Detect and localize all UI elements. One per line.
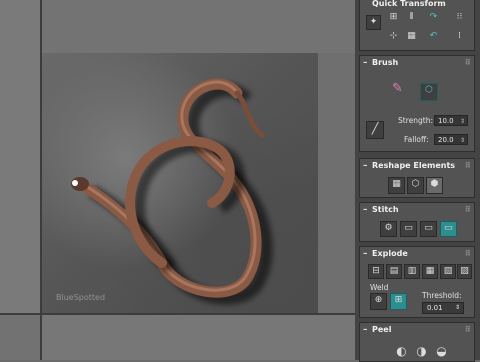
align-horizontal-icon[interactable]: ⊞ [386, 11, 401, 26]
pen-line-icon[interactable]: ╱ [366, 121, 384, 139]
grip-icon[interactable]: ⠿ [465, 159, 471, 173]
uv-texture-image[interactable]: BlueSpotted [42, 53, 318, 313]
cube-icon[interactable]: ⬢ [426, 177, 443, 194]
stitch-4-icon[interactable]: ▭ [440, 221, 457, 237]
checker-icon[interactable]: ▦ [404, 30, 419, 45]
grip-icon[interactable]: ⠿ [465, 247, 471, 261]
grip-icon[interactable]: ⠿ [465, 323, 471, 337]
rotate-ccw-icon[interactable]: ↶ [426, 30, 441, 45]
rotate-cw-icon[interactable]: ↷ [426, 11, 441, 26]
command-panel: Quick Transform ✦ ⊞ ⦀ ↷ ⁝⁝ ⊹ ▦ ↶ ⁞ – Bru… [355, 0, 480, 362]
falloff-label: Falloff: [404, 135, 429, 144]
cube-brush-icon[interactable]: ⬡ [420, 83, 438, 101]
viewport-top-area [42, 0, 355, 53]
rollout-header-peel[interactable]: – Peel ⠿ [360, 323, 474, 337]
align-vertical-icon[interactable]: ⦀ [404, 11, 419, 26]
collapse-icon: – [363, 325, 368, 335]
viewport-bottom-left [0, 315, 40, 360]
stitch-1-icon[interactable]: ⚙ [380, 221, 397, 237]
explode-4-icon[interactable]: ▦ [422, 264, 438, 279]
collapse-icon: – [363, 205, 368, 215]
collapse-icon: – [363, 249, 368, 259]
space-vertical-icon[interactable]: ⁞ [452, 30, 467, 45]
weld-selected-icon[interactable]: ⊞ [390, 293, 407, 310]
explode-3-icon[interactable]: ▥ [404, 264, 420, 279]
rollout-explode: – Explode ⠿ ⊟ ▤ ▥ ▦ ▧ ▨ Weld ⊕ ⊞ Thresho… [359, 246, 475, 318]
strength-spinner[interactable]: 10.0 ⇕ [434, 115, 468, 126]
strength-value: 10.0 [438, 117, 454, 125]
rollout-reshape-elements: – Reshape Elements ⠿ ▦ ⬡ ⬢ [359, 158, 475, 198]
rollout-title: Peel [372, 325, 392, 334]
peel-2-icon[interactable]: ◑ [414, 345, 429, 360]
weld-target-icon[interactable]: ⊕ [370, 293, 387, 310]
rollout-title: Stitch [372, 205, 399, 214]
paint-brush-icon[interactable]: ✎ [390, 82, 405, 97]
spinner-arrows-icon[interactable]: ⇕ [460, 116, 465, 127]
strength-label: Strength: [398, 116, 433, 125]
collapse-icon: – [363, 161, 368, 171]
viewport-bottom-area [42, 315, 355, 360]
explode-2-icon[interactable]: ▤ [386, 264, 402, 279]
rollout-header-reshape[interactable]: – Reshape Elements ⠿ [360, 159, 474, 173]
threshold-label: Threshold: [422, 291, 462, 300]
relax-cube-icon[interactable]: ⬡ [407, 177, 424, 194]
space-horizontal-icon[interactable]: ⁝⁝ [452, 11, 467, 26]
rollout-header-explode[interactable]: – Explode ⠿ [360, 247, 474, 261]
rollout-title: Explode [372, 249, 408, 258]
weld-label: Weld [370, 283, 389, 292]
grid-reshape-icon[interactable]: ▦ [388, 177, 405, 194]
stitch-3-icon[interactable]: ▭ [420, 221, 437, 237]
spinner-arrows-icon[interactable]: ⇕ [455, 303, 460, 313]
rollout-title: Brush [372, 58, 399, 67]
falloff-spinner[interactable]: 20.0 ⇕ [434, 134, 468, 145]
explode-6-icon[interactable]: ▨ [457, 264, 472, 279]
explode-1-icon[interactable]: ⊟ [368, 264, 384, 279]
explode-5-icon[interactable]: ▧ [440, 264, 456, 279]
grip-icon[interactable]: ⠿ [465, 56, 471, 70]
threshold-value: 0.01 [427, 304, 443, 312]
rollout-header-stitch[interactable]: – Stitch ⠿ [360, 203, 474, 217]
rollout-quick-transform: Quick Transform ✦ ⊞ ⦀ ↷ ⁝⁝ ⊹ ▦ ↶ ⁞ [359, 0, 475, 51]
rollout-title: Quick Transform [372, 0, 446, 8]
grip-icon[interactable]: ⠿ [465, 203, 471, 217]
viewport-divider-horizontal[interactable] [0, 313, 355, 315]
viewport-right-area [318, 53, 355, 313]
falloff-value: 20.0 [438, 136, 454, 144]
viewport-left-strip [0, 0, 40, 360]
rollout-stitch: – Stitch ⠿ ⚙ ▭ ▭ ▭ [359, 202, 475, 242]
rollout-brush: – Brush ⠿ ✎ ⬡ ╱ Strength: 10.0 ⇕ Falloff… [359, 55, 475, 152]
collapse-icon: – [363, 58, 368, 68]
spinner-arrows-icon[interactable]: ⇕ [460, 135, 465, 146]
stitch-2-icon[interactable]: ▭ [400, 221, 417, 237]
rollout-header-quick-transform[interactable]: Quick Transform [360, 0, 474, 11]
pivot-icon[interactable]: ✦ [366, 15, 381, 30]
threshold-spinner[interactable]: 0.01 ⇕ [422, 302, 464, 314]
align-center-icon[interactable]: ⊹ [386, 30, 401, 45]
rollout-title: Reshape Elements [372, 161, 456, 170]
rollout-peel: – Peel ⠿ ◐ ◑ ◒ [359, 322, 475, 362]
rollout-header-brush[interactable]: – Brush ⠿ [360, 56, 474, 70]
peel-1-icon[interactable]: ◐ [394, 345, 409, 360]
peel-3-icon[interactable]: ◒ [434, 345, 449, 360]
watermark: BlueSpotted [56, 293, 106, 302]
snake-photo [71, 78, 273, 305]
